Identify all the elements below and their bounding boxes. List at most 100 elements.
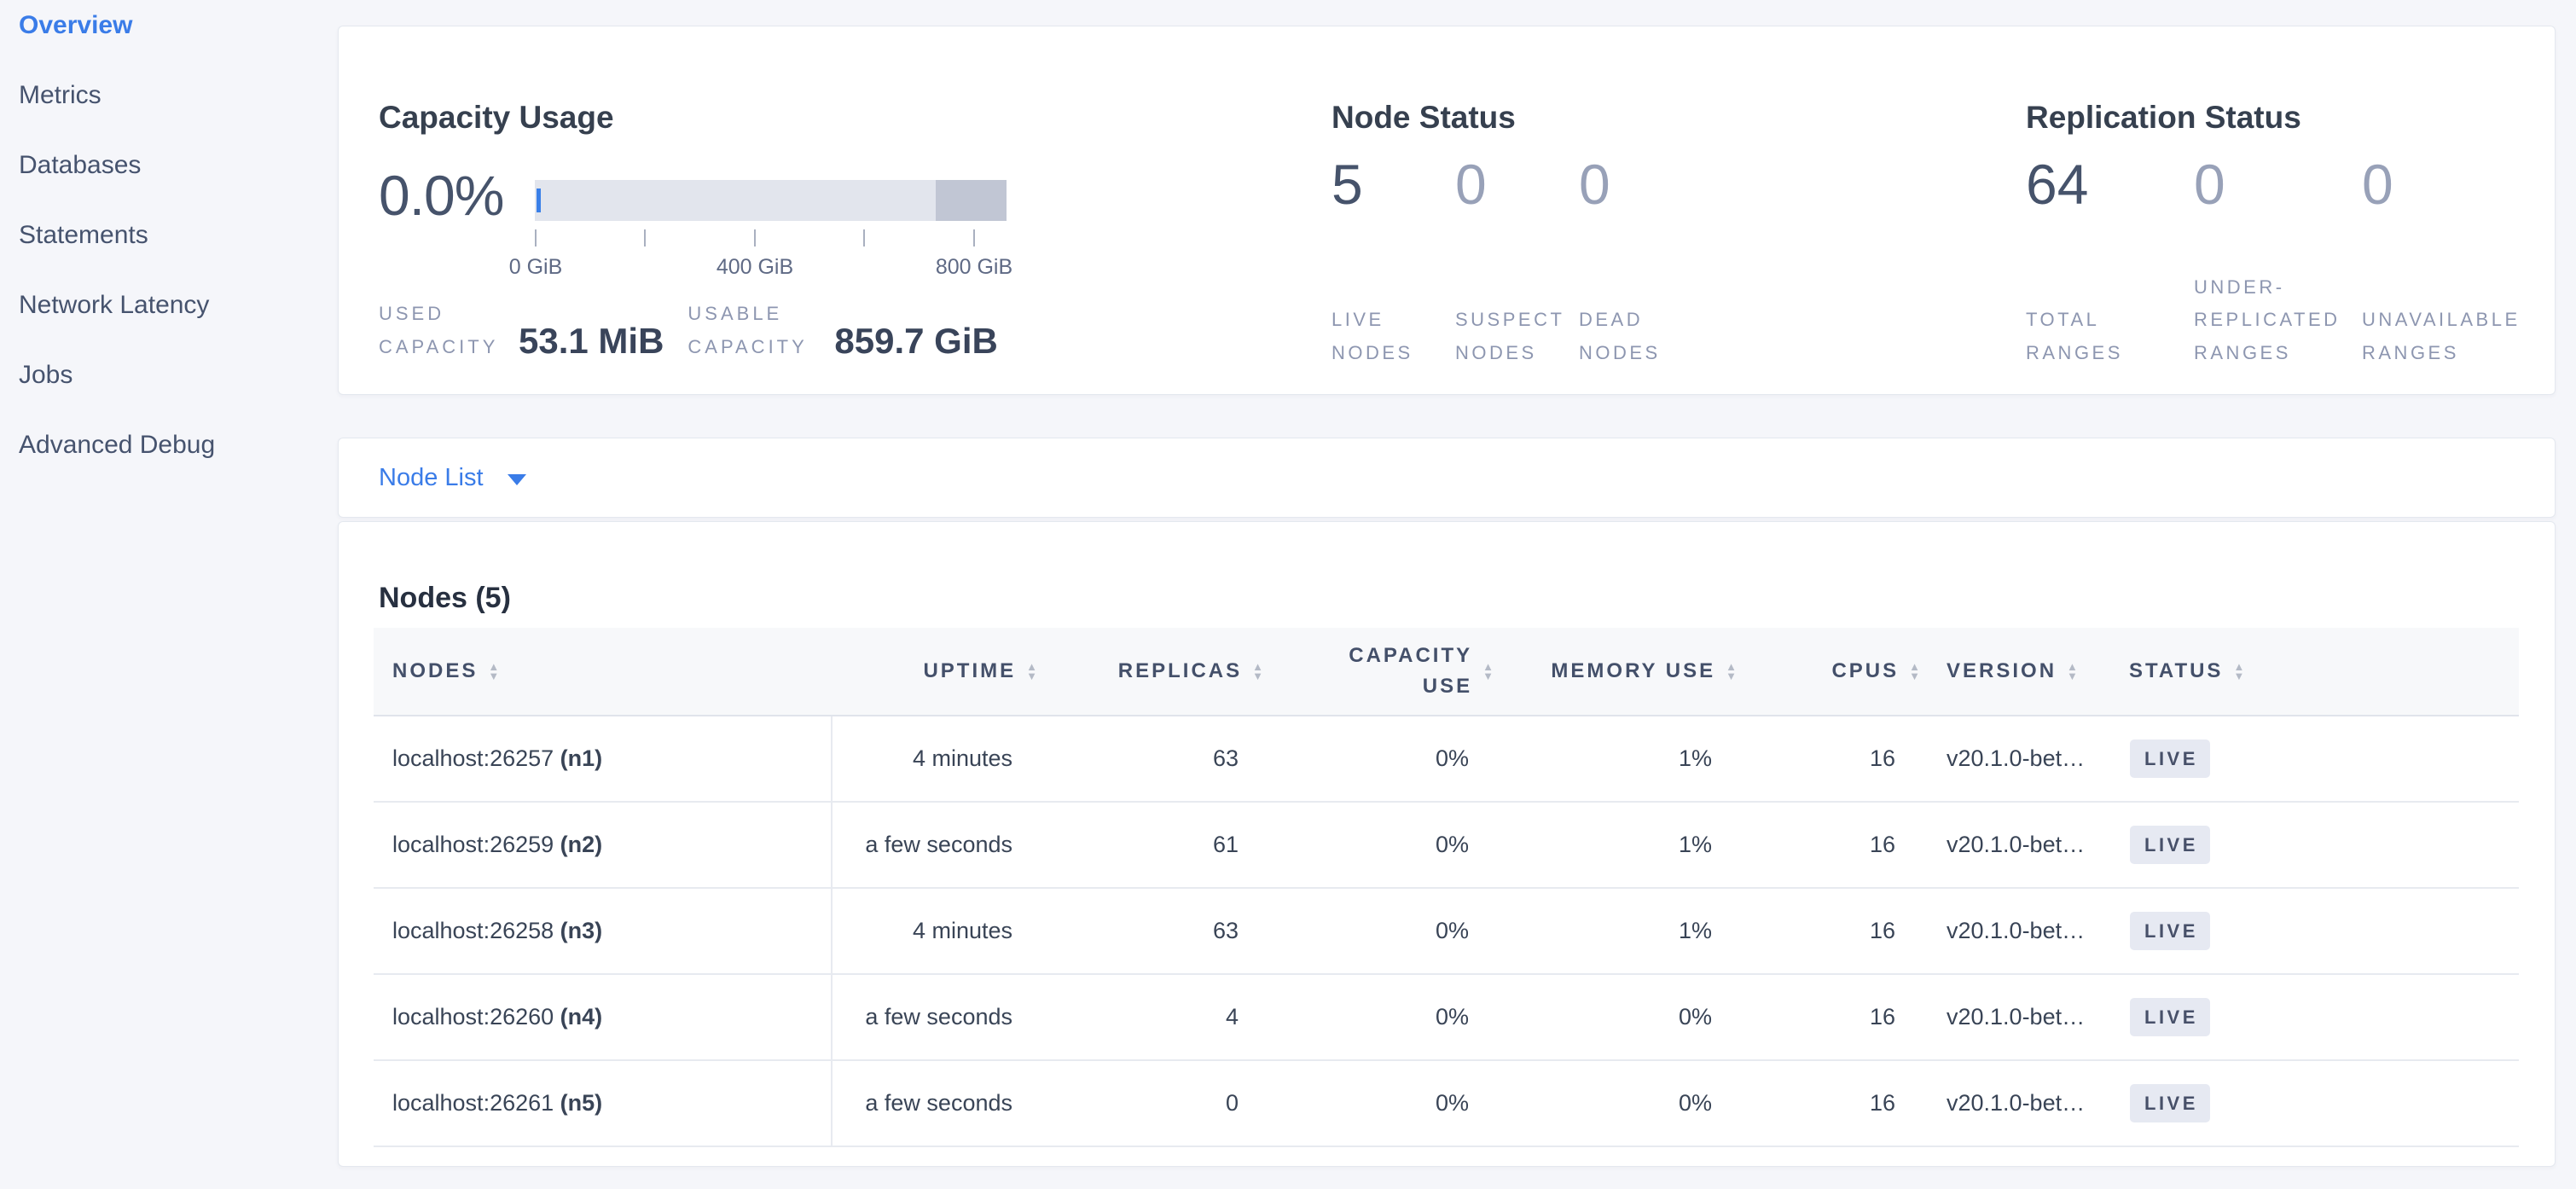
node-name-cell: localhost:26261 (n5) xyxy=(374,1060,832,1146)
column-header-cpus[interactable]: CPUS▲▼ xyxy=(1744,628,1928,716)
column-header-version[interactable]: VERSION▲▼ xyxy=(1928,628,2111,716)
tick-mark xyxy=(644,229,646,246)
capacity-gauge-used-segment xyxy=(537,188,541,212)
chevron-down-icon xyxy=(508,474,526,485)
nodes-card: Nodes (5) NODES▲▼ UPTIME▲▼ REPLICAS▲▼ CA… xyxy=(338,521,2556,1167)
column-label: UPTIME xyxy=(923,659,1016,683)
column-header-capacity-use[interactable]: CAPACITY USE▲▼ xyxy=(1271,628,1501,716)
tick-label-0: 0 GiB xyxy=(509,255,563,280)
capacity-use-cell: 0% xyxy=(1271,1060,1501,1146)
version-cell: v20.1.0-bet… xyxy=(1928,802,2111,888)
uptime-cell: 4 minutes xyxy=(832,888,1045,974)
column-label: NODES xyxy=(392,659,478,683)
sidebar-item-network-latency[interactable]: Network Latency xyxy=(19,291,338,361)
table-row: localhost:26257 (n1) 4 minutes 63 0% 1% … xyxy=(374,716,2519,802)
replicas-cell: 4 xyxy=(1045,974,1271,1060)
uptime-cell: a few seconds xyxy=(832,1060,1045,1146)
table-row: localhost:26258 (n3) 4 minutes 63 0% 1% … xyxy=(374,888,2519,974)
status-cell: LIVE xyxy=(2111,974,2519,1060)
total-ranges-stat: 64 TOTAL RANGES xyxy=(2026,156,2194,369)
tick-mark xyxy=(754,229,756,246)
cluster-summary-card: Capacity Usage 0.0% 0 GiB 400 GiB 800 Gi… xyxy=(338,26,2556,395)
node-link[interactable]: localhost:26261 (n5) xyxy=(392,1090,602,1116)
node-name-cell: localhost:26259 (n2) xyxy=(374,802,832,888)
node-status-title: Node Status xyxy=(1332,100,1516,136)
sort-icon: ▲▼ xyxy=(1026,662,1040,681)
version-cell: v20.1.0-bet… xyxy=(1928,1060,2111,1146)
cpus-cell: 16 xyxy=(1744,974,1928,1060)
status-cell: LIVE xyxy=(2111,888,2519,974)
live-nodes-stat: 5 LIVE NODES xyxy=(1332,156,1455,369)
capacity-use-cell: 0% xyxy=(1271,802,1501,888)
replicas-cell: 63 xyxy=(1045,716,1271,802)
status-badge: LIVE xyxy=(2130,998,2210,1036)
column-label: CAPACITY USE xyxy=(1332,641,1472,702)
live-nodes-label: LIVE NODES xyxy=(1332,304,1447,369)
column-label: MEMORY USE xyxy=(1551,659,1715,683)
used-capacity-value: 53.1 MiB xyxy=(515,321,688,363)
status-badge: LIVE xyxy=(2130,740,2210,778)
node-link[interactable]: localhost:26258 (n3) xyxy=(392,918,602,943)
column-header-nodes[interactable]: NODES▲▼ xyxy=(374,628,832,716)
uptime-cell: a few seconds xyxy=(832,802,1045,888)
tick-mark xyxy=(863,229,865,246)
under-replicated-ranges-stat: 0 UNDER-REPLICATED RANGES xyxy=(2194,156,2362,369)
cpus-cell: 16 xyxy=(1744,802,1928,888)
memory-use-cell: 0% xyxy=(1501,1060,1744,1146)
sidebar-item-overview[interactable]: Overview xyxy=(19,11,338,81)
status-badge: LIVE xyxy=(2130,1084,2210,1122)
sidebar: Overview Metrics Databases Statements Ne… xyxy=(0,0,338,1189)
sidebar-item-statements[interactable]: Statements xyxy=(19,221,338,291)
status-badge: LIVE xyxy=(2130,912,2210,950)
column-header-uptime[interactable]: UPTIME ▲▼ xyxy=(832,628,1045,716)
node-status-stats: 5 LIVE NODES 0 SUSPECT NODES 0 DEAD NODE… xyxy=(1332,156,1703,369)
column-header-memory-use[interactable]: MEMORY USE▲▼ xyxy=(1501,628,1744,716)
sidebar-item-jobs[interactable]: Jobs xyxy=(19,361,338,431)
node-link[interactable]: localhost:26260 (n4) xyxy=(392,1004,602,1030)
suspect-nodes-value: 0 xyxy=(1455,156,1570,212)
used-capacity-label: USED CAPACITY xyxy=(379,298,515,363)
column-header-status[interactable]: STATUS▲▼ xyxy=(2111,628,2519,716)
memory-use-cell: 1% xyxy=(1501,802,1744,888)
unavailable-ranges-value: 0 xyxy=(2362,156,2521,212)
node-link[interactable]: localhost:26257 (n1) xyxy=(392,745,602,771)
nodes-table-title: Nodes (5) xyxy=(379,582,511,615)
usable-capacity-value: 859.7 GiB xyxy=(831,321,997,363)
column-header-replicas[interactable]: REPLICAS ▲▼ xyxy=(1045,628,1271,716)
status-cell: LIVE xyxy=(2111,1060,2519,1146)
node-list-selector-label: Node List xyxy=(379,464,484,492)
node-name-cell: localhost:26258 (n3) xyxy=(374,888,832,974)
tick-label-400: 400 GiB xyxy=(717,255,793,280)
sort-icon: ▲▼ xyxy=(1252,662,1266,681)
sidebar-item-advanced-debug[interactable]: Advanced Debug xyxy=(19,431,338,501)
capacity-gauge-axis xyxy=(535,229,1007,246)
uptime-cell: 4 minutes xyxy=(832,716,1045,802)
capacity-use-cell: 0% xyxy=(1271,716,1501,802)
capacity-stats: USED CAPACITY 53.1 MiB USABLE CAPACITY 8… xyxy=(379,298,998,363)
tick-mark xyxy=(535,229,537,246)
version-cell: v20.1.0-bet… xyxy=(1928,888,2111,974)
node-name-cell: localhost:26260 (n4) xyxy=(374,974,832,1060)
dead-nodes-stat: 0 DEAD NODES xyxy=(1579,156,1703,369)
sidebar-item-databases[interactable]: Databases xyxy=(19,151,338,221)
under-replicated-value: 0 xyxy=(2194,156,2353,212)
sidebar-item-metrics[interactable]: Metrics xyxy=(19,81,338,151)
capacity-gauge-reserved-segment xyxy=(936,180,1007,221)
sort-icon: ▲▼ xyxy=(1909,662,1923,681)
memory-use-cell: 1% xyxy=(1501,888,1744,974)
total-ranges-label: TOTAL RANGES xyxy=(2026,304,2185,369)
status-badge: LIVE xyxy=(2130,826,2210,864)
uptime-cell: a few seconds xyxy=(832,974,1045,1060)
replication-status-stats: 64 TOTAL RANGES 0 UNDER-REPLICATED RANGE… xyxy=(2026,156,2530,369)
column-label: REPLICAS xyxy=(1118,659,1242,683)
node-link[interactable]: localhost:26259 (n2) xyxy=(392,832,602,857)
node-list-selector[interactable]: Node List xyxy=(379,464,526,492)
node-name-cell: localhost:26257 (n1) xyxy=(374,716,832,802)
replicas-cell: 0 xyxy=(1045,1060,1271,1146)
replicas-cell: 61 xyxy=(1045,802,1271,888)
dead-nodes-label: DEAD NODES xyxy=(1579,304,1694,369)
total-ranges-value: 64 xyxy=(2026,156,2185,212)
column-label: VERSION xyxy=(1947,659,2057,683)
cpus-cell: 16 xyxy=(1744,1060,1928,1146)
capacity-gauge-bar xyxy=(535,180,1007,221)
